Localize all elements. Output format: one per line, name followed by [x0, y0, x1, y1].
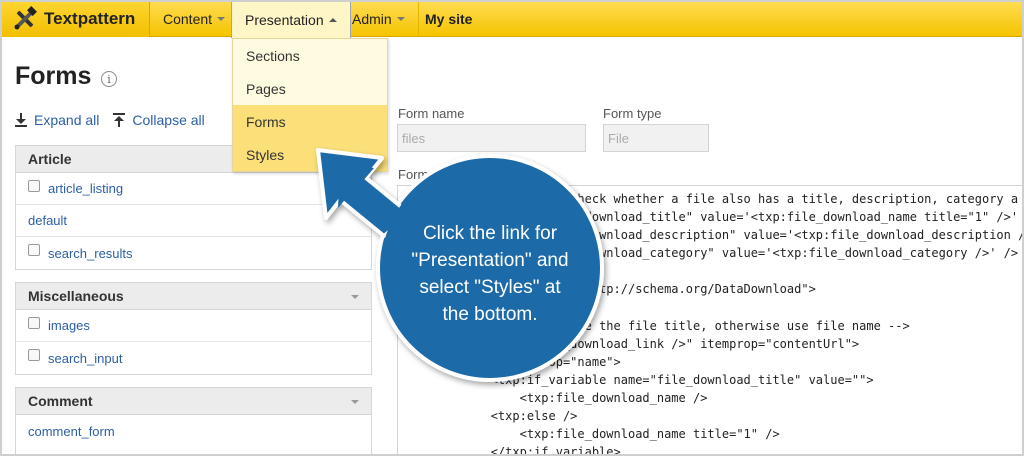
- group-title: Miscellaneous: [28, 288, 124, 304]
- list-item[interactable]: search_results: [16, 237, 371, 269]
- nav-content[interactable]: Content: [150, 0, 240, 37]
- collapse-all-label: Collapse all: [132, 112, 205, 128]
- list-item[interactable]: comment_form: [16, 415, 371, 447]
- forms-group-miscellaneous: Miscellaneous images search_input: [15, 282, 372, 375]
- nav-presentation[interactable]: Presentation: [231, 0, 351, 38]
- nav-presentation-label: Presentation: [245, 11, 324, 28]
- code-line: <a href="<txp:file_download_link />" ite…: [404, 336, 860, 351]
- page-title: Forms: [15, 62, 92, 90]
- presentation-dropdown-menu: Sections Pages Forms Styles: [232, 38, 388, 172]
- nav-content-label: Content: [163, 10, 213, 27]
- checkbox[interactable]: [28, 179, 40, 192]
- collapse-icon: [113, 113, 126, 127]
- code-line: <txp:file_download_name title="1" />: [404, 427, 780, 442]
- brand-name: Textpattern: [44, 8, 136, 28]
- expand-collapse-controls: Expand all Collapse all: [15, 112, 219, 128]
- callout-line: select "Styles" at: [419, 277, 561, 298]
- form-type-label: Form type: [603, 106, 662, 121]
- menu-item-styles[interactable]: Styles: [233, 138, 387, 171]
- chevron-down-icon: [217, 16, 226, 21]
- checkbox[interactable]: [28, 316, 40, 329]
- tools-icon: [14, 5, 37, 29]
- nav-admin-label: Admin: [352, 10, 392, 27]
- callout-line: "Presentation" and: [411, 250, 569, 271]
- callout-text: Click the link for "Presentation" and se…: [390, 220, 590, 328]
- code-line: <txp:if_variable name="file_download_tit…: [404, 372, 874, 387]
- top-navigation-bar: Textpattern Content Presentation Admin M…: [0, 0, 1024, 38]
- code-line: <txp:else />: [404, 409, 578, 424]
- chevron-up-icon: [328, 17, 337, 22]
- group-title: Comment: [28, 393, 93, 409]
- chevron-down-icon: [351, 400, 359, 404]
- list-item[interactable]: images: [16, 310, 371, 342]
- expand-all-label: Expand all: [34, 112, 100, 128]
- code-line: <txp:file_download_name />: [404, 391, 708, 406]
- group-title: Article: [28, 151, 72, 167]
- chevron-down-icon: [351, 295, 359, 299]
- chevron-down-icon: [396, 16, 405, 21]
- form-link[interactable]: images: [48, 318, 90, 333]
- list-item[interactable]: default: [16, 205, 371, 237]
- code-line: <!-- set a variable to check whether a f…: [404, 192, 1019, 206]
- form-link[interactable]: default: [28, 213, 67, 228]
- expand-all-link[interactable]: Expand all: [15, 112, 99, 128]
- form-name-label: Form name: [398, 106, 465, 121]
- nav-my-site-label: My site: [425, 10, 473, 27]
- group-header-miscellaneous[interactable]: Miscellaneous: [16, 283, 371, 310]
- list-item[interactable]: article_listing: [16, 173, 371, 205]
- nav-my-site[interactable]: My site: [412, 0, 485, 37]
- form-link[interactable]: comment_form: [28, 424, 115, 439]
- menu-item-forms[interactable]: Forms: [233, 105, 387, 138]
- callout-line: the bottom.: [442, 304, 538, 325]
- checkbox[interactable]: [28, 244, 40, 256]
- callout-line: Click the link for: [422, 223, 558, 244]
- info-icon[interactable]: i: [101, 71, 117, 87]
- form-name-field[interactable]: files: [397, 124, 586, 152]
- form-link[interactable]: article_listing: [48, 181, 123, 196]
- menu-item-pages[interactable]: Pages: [233, 72, 387, 105]
- code-line: </txp:if_variable>: [404, 445, 621, 456]
- menu-item-sections[interactable]: Sections: [233, 39, 387, 72]
- checkbox[interactable]: [28, 349, 40, 361]
- nav-admin[interactable]: Admin: [339, 0, 419, 37]
- group-header-comment[interactable]: Comment: [16, 388, 371, 415]
- forms-group-comment: Comment comment_form: [15, 387, 372, 456]
- form-link[interactable]: search_results: [48, 246, 133, 261]
- expand-icon: [15, 113, 27, 127]
- code-line: <span itemprop="name">: [404, 354, 621, 369]
- list-item[interactable]: search_input: [16, 342, 371, 374]
- form-link[interactable]: search_input: [48, 351, 122, 366]
- form-type-select[interactable]: File: [603, 124, 709, 152]
- form-code-label: Form code: [398, 167, 461, 182]
- brand[interactable]: Textpattern: [0, 0, 150, 37]
- collapse-all-link[interactable]: Collapse all: [113, 112, 205, 128]
